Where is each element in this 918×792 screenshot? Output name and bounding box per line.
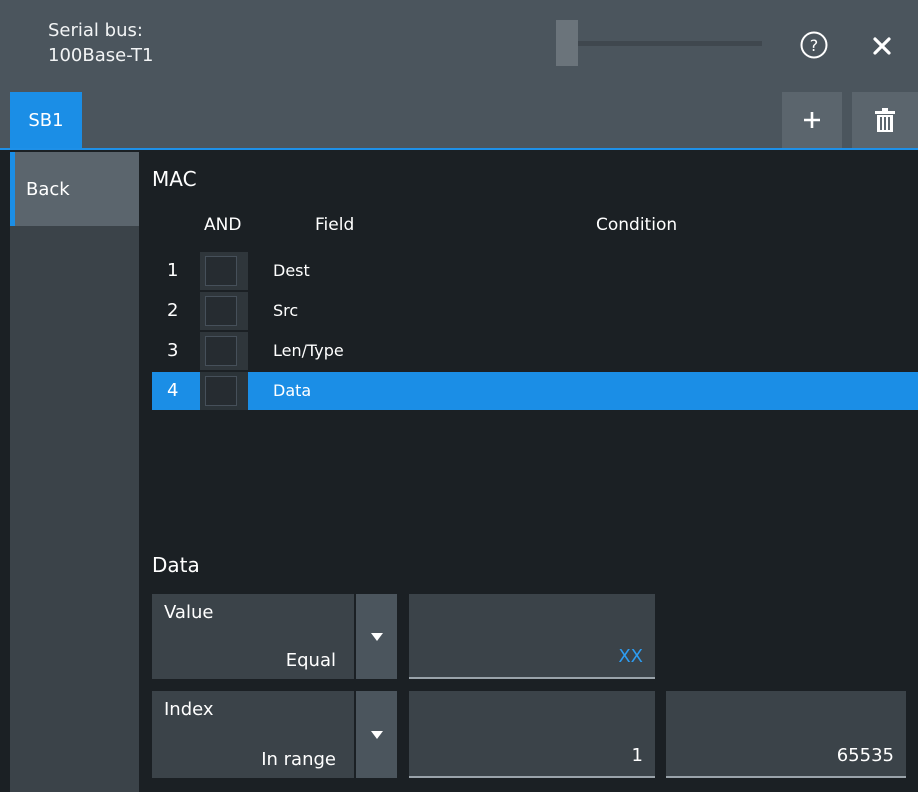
index-condition-selected: In range: [261, 749, 336, 770]
row-field-name: Dest: [273, 261, 310, 280]
and-checkbox[interactable]: [205, 256, 237, 286]
and-checkbox[interactable]: [205, 336, 237, 366]
index-min-text: 1: [631, 745, 643, 766]
index-condition-select[interactable]: Index In range: [152, 691, 354, 778]
back-button[interactable]: Back: [10, 152, 139, 226]
and-checkbox[interactable]: [205, 376, 237, 406]
value-input[interactable]: XX: [409, 594, 655, 679]
row-number: 2: [167, 300, 179, 321]
close-icon: [873, 37, 891, 55]
table-row-selected[interactable]: 4 Data: [152, 372, 918, 410]
plus-icon: [804, 112, 820, 128]
mac-section-title: MAC: [152, 167, 197, 191]
delete-tab-button[interactable]: [852, 92, 918, 148]
value-label: Value: [164, 602, 214, 623]
table-row[interactable]: 1 Dest: [152, 252, 918, 290]
value-condition-selected: Equal: [285, 650, 336, 671]
help-icon: ?: [800, 31, 828, 59]
row-field-name: Len/Type: [273, 341, 344, 360]
left-nav: [10, 152, 139, 792]
data-section-title: Data: [152, 553, 200, 577]
trash-icon: [875, 108, 895, 132]
table-row[interactable]: 2 Src: [152, 292, 918, 330]
tab-bar: SB1: [0, 92, 918, 150]
column-header-field: Field: [315, 215, 355, 235]
dialog-title: Serial bus: 100Base-T1: [48, 18, 153, 68]
help-button[interactable]: ?: [795, 26, 833, 64]
index-dropdown-button[interactable]: [356, 691, 397, 778]
dropdown-arrow-icon: [370, 632, 383, 641]
dropdown-arrow-icon: [370, 730, 383, 739]
row-number: 3: [167, 340, 179, 361]
row-field-name: Data: [273, 381, 312, 400]
index-max-text: 65535: [836, 745, 894, 766]
tab-sb1[interactable]: SB1: [10, 92, 82, 148]
title-bar: Serial bus: 100Base-T1 ?: [0, 0, 918, 92]
value-condition-select[interactable]: Value Equal: [152, 594, 354, 679]
transparency-slider-track[interactable]: [558, 41, 762, 46]
row-field-name: Src: [273, 301, 299, 320]
value-dropdown-button[interactable]: [356, 594, 397, 679]
index-max-input[interactable]: 65535: [666, 691, 906, 778]
value-input-text: XX: [618, 646, 643, 667]
index-label: Index: [164, 699, 214, 720]
add-tab-button[interactable]: [782, 92, 844, 148]
index-min-input[interactable]: 1: [409, 691, 655, 778]
column-header-condition: Condition: [596, 215, 678, 235]
column-header-and: AND: [204, 215, 242, 235]
table-row[interactable]: 3 Len/Type: [152, 332, 918, 370]
and-checkbox[interactable]: [205, 296, 237, 326]
row-number: 4: [167, 380, 179, 401]
title-line-2: 100Base-T1: [48, 45, 154, 66]
title-line-1: Serial bus:: [48, 20, 143, 41]
row-number: 1: [167, 260, 179, 281]
transparency-slider-thumb[interactable]: [556, 20, 578, 66]
close-button[interactable]: [862, 26, 902, 66]
svg-text:?: ?: [810, 36, 819, 55]
